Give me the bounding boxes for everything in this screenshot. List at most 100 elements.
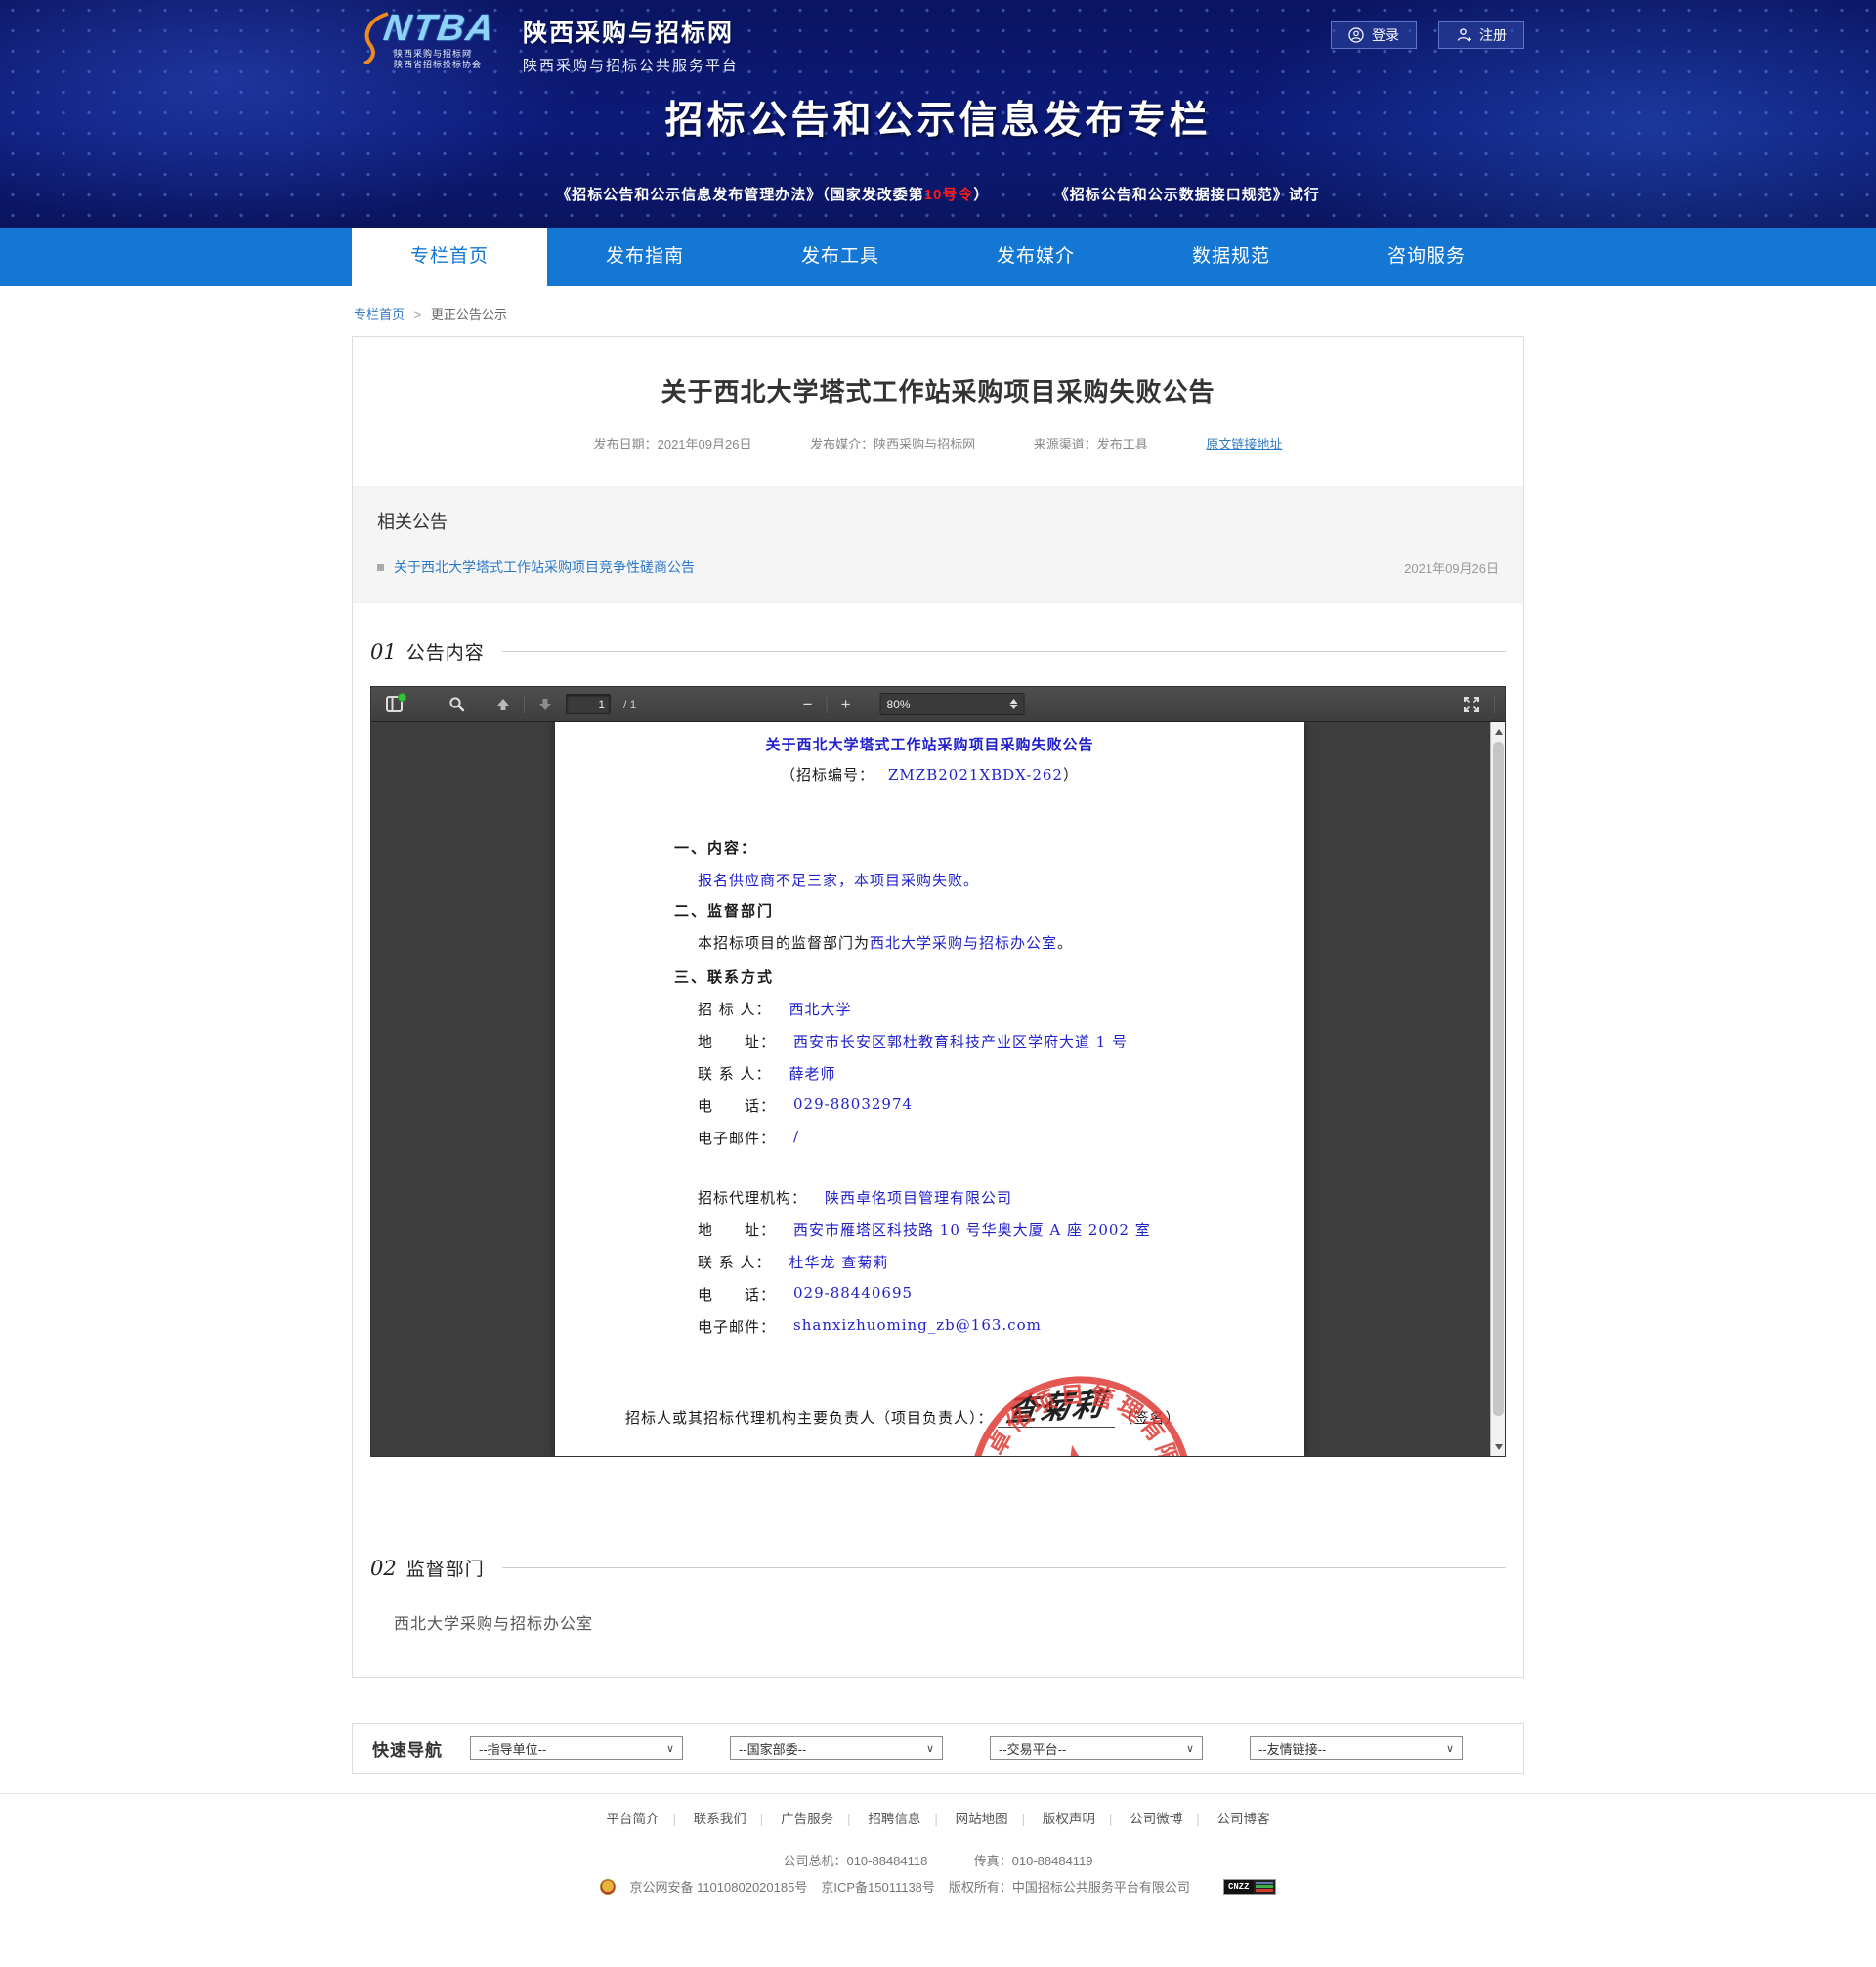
select-state-ministry-value: --国家部委-- [739, 1739, 806, 1758]
original-link[interactable]: 原文链接地址 [1206, 437, 1282, 451]
breadcrumb-home-link[interactable]: 专栏首页 [354, 307, 405, 321]
doc-ref-code: ZMZB2021XBDX-262 [888, 766, 1063, 784]
agency-row-name: 招标代理机构：陕西卓佲项目管理有限公司 [698, 1187, 1304, 1208]
signature-label: 招标人或其招标代理机构主要负责人（项目负责人）： [625, 1407, 994, 1428]
nav-tab-publish-media[interactable]: 发布媒介 [938, 228, 1133, 286]
register-person-icon [1456, 27, 1471, 43]
select-friend-links[interactable]: --友情链接--∨ [1250, 1736, 1463, 1760]
select-trading-platform[interactable]: --交易平台--∨ [990, 1736, 1203, 1760]
row-label: 联 系 人： [698, 1252, 772, 1272]
row-value: 薛老师 [789, 1063, 836, 1084]
register-button[interactable]: 注册 [1438, 21, 1524, 49]
footer-icp-record[interactable]: 京ICP备15011138号 [821, 1877, 935, 1896]
page-down-button[interactable] [533, 692, 558, 717]
banner-link-dataspec[interactable]: 《招标公告和公示数据接口规范》试行 [1054, 187, 1320, 203]
fullscreen-button[interactable] [1459, 692, 1484, 717]
nav-tab-publish-tool[interactable]: 发布工具 [743, 228, 938, 286]
agency-row-phone: 电 话：029-88440695 [698, 1284, 1304, 1304]
row-label: 地 址： [698, 1031, 776, 1051]
footer-link-ad-service[interactable]: 广告服务 [781, 1812, 833, 1826]
nav-tab-publish-guide[interactable]: 发布指南 [547, 228, 743, 286]
article-card: 关于西北大学塔式工作站采购项目采购失败公告 发布日期：2021年09月26日 发… [352, 336, 1524, 1678]
row-label: 电 话： [698, 1284, 776, 1304]
agency-row-email: 电子邮件：shanxizhuoming_zb@163.com [698, 1316, 1304, 1337]
zoom-select-caret-icon [1010, 699, 1018, 709]
cnzz-stripes-icon [1254, 1880, 1275, 1894]
scrollbar-thumb[interactable] [1493, 742, 1504, 1416]
row-value: 西安市长安区郭杜教育科技产业区学府大道 1 号 [793, 1031, 1128, 1051]
pdf-scrollbar[interactable] [1490, 722, 1505, 1456]
nav-tab-data-spec[interactable]: 数据规范 [1133, 228, 1329, 286]
meta-publish-media: 发布媒介：陕西采购与招标网 [810, 437, 975, 451]
login-person-icon [1348, 27, 1364, 43]
meta-media-value: 陕西采购与招标网 [874, 437, 975, 451]
tenderer-row-email: 电子邮件：/ [698, 1128, 1304, 1148]
scroll-down-arrow[interactable] [1491, 1439, 1505, 1454]
login-button[interactable]: 登录 [1331, 21, 1417, 49]
article-title: 关于西北大学塔式工作站采购项目采购失败公告 [392, 372, 1484, 408]
footer-phone-label: 公司总机： [783, 1854, 846, 1868]
sidebar-toggle-button[interactable] [381, 692, 406, 717]
banner-link1-red: 10号令 [924, 187, 974, 203]
logo-titles: 陕西采购与招标网 陕西采购与招标公共服务平台 [523, 8, 739, 75]
footer-copyright: 版权所有：中国招标公共服务平台有限公司 [949, 1877, 1190, 1896]
banner-link-regulation[interactable]: 《招标公告和公示信息发布管理办法》（国家发改委第10号令） [556, 187, 989, 203]
footer-separator: | [847, 1812, 851, 1826]
page-up-button[interactable] [490, 692, 516, 717]
footer-link-jobs[interactable]: 招聘信息 [868, 1812, 920, 1826]
banner-link1-post: ） [973, 187, 989, 203]
row-label: 招 标 人： [698, 999, 772, 1019]
footer-beian-line: 京公网安备 11010802020185号 京ICP备15011138号 版权所… [0, 1877, 1876, 1896]
zoom-out-button[interactable]: − [797, 695, 819, 714]
footer-link-weibo[interactable]: 公司微博 [1130, 1812, 1182, 1826]
quick-nav-label: 快速导航 [372, 1736, 443, 1761]
meta-date-value: 2021年09月26日 [658, 437, 752, 451]
footer-link-contact-us[interactable]: 联系我们 [694, 1812, 746, 1826]
related-announcement-link[interactable]: 关于西北大学塔式工作站采购项目竞争性磋商公告 [394, 557, 695, 577]
footer-link-sitemap[interactable]: 网站地图 [956, 1812, 1008, 1826]
search-button[interactable] [444, 692, 469, 717]
select-state-ministry[interactable]: --国家部委--∨ [730, 1736, 943, 1760]
police-badge-icon [600, 1879, 616, 1895]
nav-tab-home[interactable]: 专栏首页 [352, 228, 547, 286]
footer-link-blog[interactable]: 公司博客 [1216, 1812, 1269, 1826]
footer-separator: | [1022, 1812, 1026, 1826]
auth-buttons: 登录 注册 [1331, 8, 1524, 49]
site-logo[interactable]: NTBA 陕西采购与招标网 陕西省招标投标协会 陕西采购与招标网 陕西采购与招标… [357, 8, 739, 75]
related-title: 相关公告 [377, 508, 1499, 534]
register-label: 注册 [1479, 25, 1507, 45]
select-guidance-unit[interactable]: --指导单位--∨ [470, 1736, 683, 1760]
article-meta: 发布日期：2021年09月26日 发布媒介：陕西采购与招标网 来源渠道：发布工具… [392, 434, 1484, 452]
doc-heading-2: 二、监督部门 [674, 900, 1304, 920]
zoom-level-select[interactable]: 80% [880, 693, 1025, 715]
footer-link-copyright-notice[interactable]: 版权声明 [1043, 1812, 1095, 1826]
svg-text:陕西卓佲项目管理有限公司: 陕西卓佲项目管理有限公司 [941, 1343, 1188, 1456]
tenderer-row-phone: 电 话：029-88032974 [698, 1095, 1304, 1116]
scroll-up-arrow[interactable] [1491, 724, 1505, 739]
zoom-in-button[interactable]: + [835, 695, 857, 714]
red-company-stamp: 陕西卓佲项目管理有限公司 [941, 1343, 1219, 1456]
footer-link-platform-intro[interactable]: 平台简介 [607, 1812, 660, 1826]
site-footer: 平台简介| 联系我们| 广告服务| 招聘信息| 网站地图| 版权声明| 公司微博… [0, 1793, 1876, 1896]
meta-media-label: 发布媒介： [810, 437, 874, 451]
footer-phone-value: 010-88484118 [846, 1854, 927, 1868]
footer-separator: | [1109, 1812, 1113, 1826]
select-friend-links-value: --友情链接-- [1258, 1739, 1326, 1758]
cnzz-badge[interactable]: CNZZ [1223, 1879, 1276, 1895]
stamp-star-icon [1032, 1436, 1128, 1456]
footer-separator: | [934, 1812, 938, 1826]
row-value: 029-88032974 [793, 1095, 913, 1116]
main-container: 专栏首页 > 更正公告公示 关于西北大学塔式工作站采购项目采购失败公告 发布日期… [352, 286, 1524, 1774]
logo-small-text-2: 陕西省招标投标协会 [394, 58, 482, 70]
row-label: 电子邮件： [698, 1316, 776, 1337]
footer-links: 平台简介| 联系我们| 广告服务| 招聘信息| 网站地图| 版权声明| 公司微博… [0, 1808, 1876, 1827]
agency-row-address: 地 址：西安市雁塔区科技路 10 号华奥大厦 A 座 2002 室 [698, 1219, 1304, 1240]
banner-title: 招标公告和公示信息发布专栏 [0, 90, 1876, 145]
tenderer-row-contact: 联 系 人：薛老师 [698, 1063, 1304, 1084]
nav-tab-consult[interactable]: 咨询服务 [1329, 228, 1524, 286]
toolbar-separator [524, 696, 525, 713]
page-number-input[interactable] [566, 694, 611, 714]
row-value: 杜华龙 查菊莉 [789, 1252, 889, 1272]
doc-paragraph-1: 报名供应商不足三家，本项目采购失败。 [698, 870, 1304, 890]
related-list-item: 关于西北大学塔式工作站采购项目竞争性磋商公告 2021年09月26日 [377, 557, 1499, 577]
